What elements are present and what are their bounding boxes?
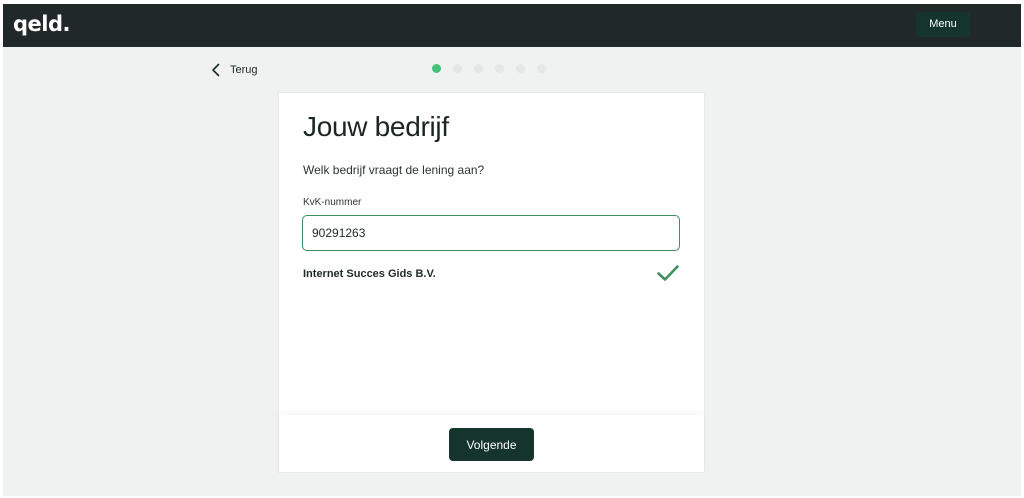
company-form-card: Jouw bedrijf Welk bedrijf vraagt de leni… bbox=[279, 93, 704, 472]
card-footer: Volgende bbox=[279, 415, 704, 472]
qeld-logo[interactable]: qeld. bbox=[13, 12, 70, 36]
step-dot bbox=[537, 64, 546, 73]
step-dot bbox=[432, 64, 441, 73]
page-title: Jouw bedrijf bbox=[303, 111, 449, 142]
back-link[interactable]: Terug bbox=[210, 61, 258, 79]
top-navigation-bar: qeld. Menu bbox=[3, 4, 1021, 47]
form-question: Welk bedrijf vraagt de lening aan? bbox=[303, 163, 485, 177]
step-dot bbox=[516, 64, 525, 73]
kvk-field-label: KvK-nummer bbox=[303, 197, 362, 208]
chevron-left-icon bbox=[212, 63, 220, 77]
next-button[interactable]: Volgende bbox=[449, 428, 534, 461]
menu-button[interactable]: Menu bbox=[916, 12, 970, 37]
back-label: Terug bbox=[230, 64, 258, 76]
step-dot bbox=[495, 64, 504, 73]
step-dot bbox=[453, 64, 462, 73]
kvk-number-input[interactable] bbox=[302, 215, 680, 251]
window-edge-left bbox=[0, 0, 3, 498]
progress-steps bbox=[432, 64, 546, 73]
step-dot bbox=[474, 64, 483, 73]
checkmark-icon bbox=[657, 265, 679, 281]
company-name-result: Internet Succes Gids B.V. bbox=[303, 268, 436, 280]
